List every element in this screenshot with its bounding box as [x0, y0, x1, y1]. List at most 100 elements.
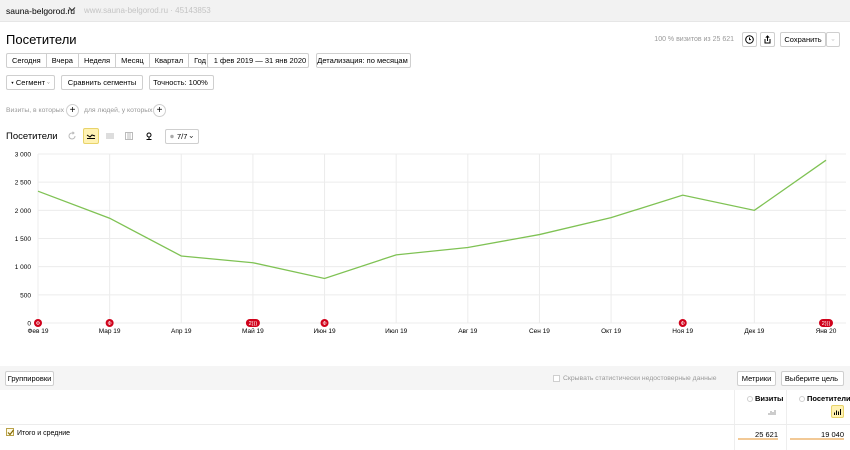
chart-title: Посетители — [6, 131, 58, 142]
data-point — [323, 277, 326, 280]
bar-chart-icon — [125, 132, 133, 140]
x-tick-label: Ноя 19 — [672, 328, 693, 335]
totals-checkbox[interactable] — [6, 428, 14, 436]
export-button[interactable] — [760, 32, 775, 47]
period-tabs: Сегодня Вчера Неделя Месяц Квартал Год — [6, 53, 213, 68]
bar-chart-icon[interactable] — [768, 408, 776, 418]
x-tick-label: Апр 19 — [171, 328, 192, 335]
series-count: 7/7 — [177, 132, 188, 141]
tab-month[interactable]: Месяц — [116, 54, 150, 67]
visitors-series-line — [37, 159, 827, 280]
tab-today[interactable]: Сегодня — [7, 54, 47, 67]
detail-select-label: Детализация: по месяцам — [317, 56, 408, 65]
accuracy-select-label: Точность: 100% — [153, 78, 208, 87]
accuracy-select[interactable]: Точность: 100% — [149, 75, 214, 90]
bar-chart-icon-active[interactable] — [831, 405, 844, 418]
visits-condition-label: Визиты, в которых — [6, 107, 65, 114]
data-point — [753, 209, 756, 212]
filter-icon — [11, 81, 14, 84]
annotation-marker: Ф — [34, 319, 42, 327]
totals-row — [0, 424, 850, 444]
save-options-button[interactable] — [826, 32, 840, 47]
data-point — [824, 159, 827, 162]
data-point — [609, 216, 612, 219]
x-tick-label: Фев 19 — [27, 328, 48, 335]
chevron-down-icon — [831, 38, 835, 41]
counter-url: www.sauna-belgorod.ru · 45143853 — [84, 6, 211, 15]
annotation-marker: Ф — [105, 319, 114, 327]
stacked-chart-icon — [106, 133, 114, 139]
y-tick-label: 0 — [27, 321, 31, 328]
totals-visitors-bar — [790, 438, 844, 440]
detail-select[interactable]: Детализация: по месяцам — [316, 53, 411, 68]
table-toolbar — [0, 366, 850, 390]
refresh-icon — [68, 131, 76, 140]
chevron-down-icon — [190, 135, 194, 138]
visits-sort-radio[interactable] — [747, 396, 753, 402]
x-tick-label: Янв 20 — [816, 328, 837, 335]
groupings-button[interactable]: Группировки — [5, 371, 54, 386]
share-icon — [764, 35, 771, 44]
save-button[interactable]: Сохранить — [780, 32, 826, 47]
metrics-button[interactable]: Метрики — [737, 371, 776, 386]
date-range-text: 1 фев 2019 — 31 янв 2020 — [213, 56, 307, 65]
chart-type-bar-button[interactable] — [121, 128, 137, 144]
annotation-label: Ф — [322, 321, 326, 327]
page-title: Посетители — [6, 32, 77, 47]
data-point — [538, 233, 541, 236]
y-tick-label: 1 000 — [15, 264, 32, 271]
chevron-down-icon[interactable] — [68, 5, 76, 15]
annotation-marker: Ф — [320, 319, 329, 327]
x-tick-label: Окт 19 — [601, 328, 621, 335]
hide-unreliable-checkbox[interactable] — [553, 375, 560, 382]
data-point — [180, 254, 183, 257]
goal-select[interactable]: Выберите цель — [781, 371, 844, 386]
x-tick-label: Дек 19 — [744, 328, 764, 335]
chart-map-button[interactable] — [141, 128, 157, 144]
date-range-picker[interactable]: 1 фев 2019 — 31 янв 2020 — [207, 53, 309, 68]
segment-button[interactable]: Сегмент — [6, 75, 55, 90]
chart-type-line-button[interactable] — [83, 128, 99, 144]
series-dot-icon — [170, 134, 174, 139]
annotation-label: Ф — [36, 321, 40, 327]
data-point — [36, 190, 39, 193]
annotation-marker: 2))) — [819, 319, 833, 327]
visitors-sort-radio[interactable] — [799, 396, 805, 402]
x-tick-label: Май 19 — [242, 327, 264, 335]
tab-week[interactable]: Неделя — [79, 54, 117, 67]
check-icon — [7, 429, 14, 436]
line-chart-icon — [86, 134, 96, 139]
y-tick-label: 3 000 — [15, 152, 32, 159]
add-people-condition-button[interactable]: + — [153, 104, 166, 117]
chart-refresh-button[interactable] — [64, 128, 80, 144]
history-button[interactable] — [742, 32, 757, 47]
site-selector[interactable]: sauna-belgorod.ru — [6, 6, 75, 16]
annotation-label: 2))) — [249, 321, 258, 327]
tab-quarter[interactable]: Квартал — [150, 54, 190, 67]
visitors-line-chart[interactable]: 0 500 1 000 1 500 2 000 2 500 3 000 Фев 19 Мар 1… — [0, 148, 850, 338]
x-tick-label: Июн 19 — [313, 328, 336, 335]
series-select[interactable]: 7/7 — [165, 129, 199, 144]
top-bar: sauna-belgorod.ru www.sauna-belgorod.ru … — [0, 0, 850, 22]
data-point — [395, 253, 398, 256]
y-tick-label: 500 — [20, 292, 31, 299]
compare-segments-button[interactable]: Сравнить сегменты — [61, 75, 143, 90]
column-header-visitors[interactable]: Посетители — [807, 394, 850, 403]
chart-type-stacked-button[interactable] — [102, 128, 118, 144]
segment-button-label: Сегмент — [15, 78, 46, 87]
data-point — [466, 246, 469, 249]
people-condition-label: для людей, у которых — [84, 107, 153, 114]
tab-yesterday[interactable]: Вчера — [47, 54, 79, 67]
y-tick-label: 2 500 — [15, 180, 32, 187]
clock-icon — [745, 35, 754, 44]
map-pin-icon — [146, 132, 152, 140]
x-tick-label: Авг 19 — [458, 328, 478, 335]
y-tick-label: 2 000 — [15, 208, 32, 215]
chevron-down-icon — [47, 81, 50, 84]
data-point — [251, 261, 254, 264]
x-tick-label: Сен 19 — [529, 328, 550, 335]
add-visits-condition-button[interactable]: + — [66, 104, 79, 117]
annotation-label: 2))) — [822, 321, 831, 327]
goal-select-label: Выберите цель — [784, 374, 839, 383]
column-header-visits[interactable]: Визиты — [755, 394, 783, 403]
